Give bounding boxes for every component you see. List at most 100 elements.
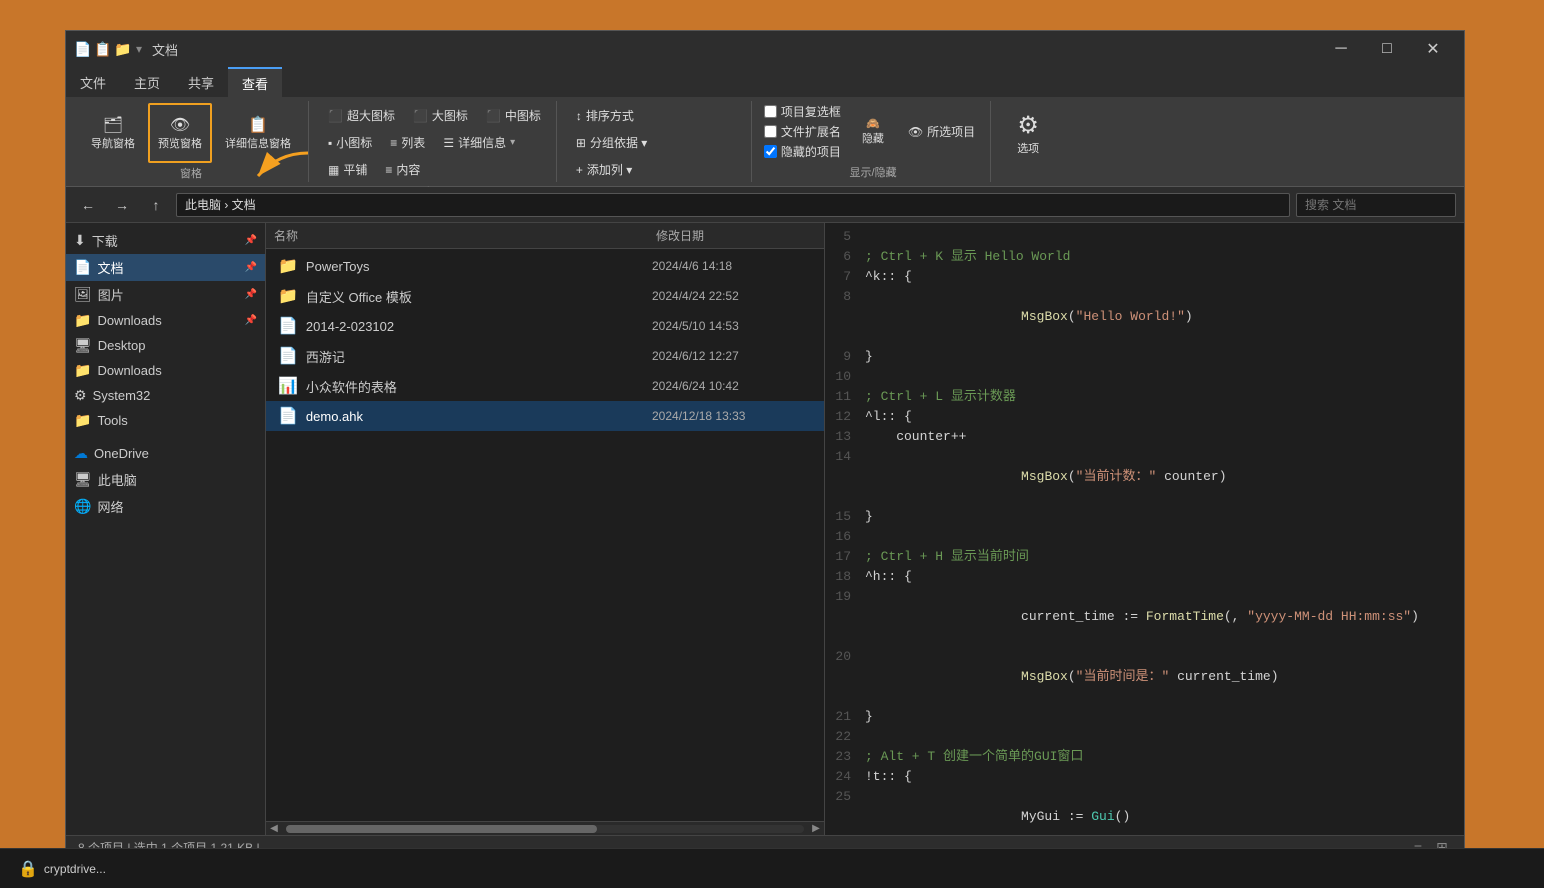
sidebar-item-downloads-pin-label: 下载 bbox=[92, 231, 118, 250]
sidebar-item-network[interactable]: 🌐 网络 bbox=[66, 493, 265, 520]
checkboxes-col: 项目复选框 文件扩展名 隐藏的项目 bbox=[764, 103, 841, 160]
code-8-paren2: ) bbox=[1185, 309, 1193, 324]
file-item-powertoys[interactable]: 📁 PowerToys 2024/4/6 14:18 bbox=[266, 251, 824, 281]
file-item-office-template[interactable]: 📁 自定义 Office 模板 2024/4/24 22:52 bbox=[266, 281, 824, 311]
item-checkbox-toggle[interactable]: 项目复选框 bbox=[764, 103, 841, 120]
sidebar-item-desktop-label: Desktop bbox=[98, 338, 146, 353]
scrollbar-track[interactable] bbox=[286, 825, 804, 833]
code-line-20: 20 MsgBox("当前时间是：" current_time) bbox=[825, 647, 1464, 707]
content-button[interactable]: ≡ 内容 bbox=[378, 157, 427, 182]
taskbar-item-cryptdrive[interactable]: 🔒 cryptdrive... bbox=[8, 855, 116, 883]
preview-pane-button[interactable]: 👁 预览窗格 bbox=[148, 103, 212, 163]
selected-items-button[interactable]: 👁 所选项目 bbox=[901, 119, 982, 144]
large-icon: ⬛ bbox=[413, 109, 428, 123]
tab-home[interactable]: 主页 bbox=[120, 67, 174, 97]
list-icon: ≡ bbox=[390, 136, 397, 150]
window-title: 文档 bbox=[152, 40, 178, 59]
details-pane-button[interactable]: 📋 详细信息窗格 bbox=[216, 103, 300, 163]
address-bar[interactable]: 此电脑 › 文档 bbox=[176, 193, 1290, 217]
hide-label: 隐藏 bbox=[862, 130, 884, 146]
sort-by-button[interactable]: ↕ 排序方式 bbox=[569, 103, 743, 128]
sidebar-item-tools[interactable]: 📁 Tools bbox=[66, 408, 265, 433]
file-ext-input[interactable] bbox=[764, 125, 777, 138]
office-template-name: 自定义 Office 模板 bbox=[306, 287, 652, 306]
sidebar-item-system32[interactable]: ⚙ System32 bbox=[66, 383, 265, 408]
line-num-7: 7 bbox=[825, 267, 861, 287]
scroll-left-arrow[interactable]: ◀ bbox=[266, 822, 282, 836]
excel-date: 2024/6/24 10:42 bbox=[652, 379, 812, 393]
nav-pane-icon: 🗂 bbox=[103, 115, 123, 135]
tiles-button[interactable]: ▦ 平铺 bbox=[321, 157, 374, 182]
list-button[interactable]: ≡ 列表 bbox=[383, 130, 432, 155]
extra-large-icons-button[interactable]: ⬛ 超大图标 bbox=[321, 103, 402, 128]
search-input[interactable] bbox=[1296, 193, 1456, 217]
add-columns-button[interactable]: + 添加列 ▾ bbox=[569, 157, 743, 182]
hide-button[interactable]: 🙈 隐藏 bbox=[853, 112, 893, 152]
line-num-15: 15 bbox=[825, 507, 861, 527]
up-button[interactable]: ↑ bbox=[142, 191, 170, 219]
layout-row2: ▪ 小图标 ≡ 列表 ☰ 详细信息 ▾ bbox=[321, 130, 548, 155]
tab-file[interactable]: 文件 bbox=[66, 67, 120, 97]
forward-button[interactable]: → bbox=[108, 191, 136, 219]
code-line-8: 8 MsgBox("Hello World!") bbox=[825, 287, 1464, 347]
line-num-18: 18 bbox=[825, 567, 861, 587]
preview-pane-icon: 👁 bbox=[170, 115, 190, 135]
code-line-13: 13 counter++ bbox=[825, 427, 1464, 447]
options-label: 选项 bbox=[1017, 140, 1039, 156]
sidebar-item-documents[interactable]: 📄 文档 📌 bbox=[66, 254, 265, 281]
sidebar-item-downloads1[interactable]: 📁 Downloads 📌 bbox=[66, 308, 265, 333]
scroll-right-arrow[interactable]: ▶ bbox=[808, 822, 824, 836]
folder-icon: 📁 bbox=[114, 41, 130, 57]
cryptdrive-icon: 🔒 bbox=[18, 859, 38, 879]
sidebar-item-downloads-pin[interactable]: ⬇ 下载 📌 bbox=[66, 227, 265, 254]
file-item-pdf[interactable]: 📄 2014-2-023102 2024/5/10 14:53 bbox=[266, 311, 824, 341]
details-button[interactable]: ☰ 详细信息 ▾ bbox=[436, 130, 522, 155]
code-line-16: 16 bbox=[825, 527, 1464, 547]
item-checkbox-input[interactable] bbox=[764, 105, 777, 118]
file-item-excel[interactable]: 📊 小众软件的表格 2024/6/24 10:42 bbox=[266, 371, 824, 401]
c25-i: MyGui := bbox=[990, 809, 1091, 824]
ribbon-group-show-hide: 项目复选框 文件扩展名 隐藏的项目 🙈 bbox=[756, 101, 991, 182]
sidebar-item-downloads2[interactable]: 📁 Downloads bbox=[66, 358, 265, 383]
small-icons-button[interactable]: ▪ 小图标 bbox=[321, 130, 379, 155]
sidebar-item-desktop[interactable]: 🖥 Desktop bbox=[66, 333, 265, 358]
line-num-9: 9 bbox=[825, 347, 861, 367]
tab-share[interactable]: 共享 bbox=[174, 67, 228, 97]
minimize-button[interactable]: ─ bbox=[1318, 31, 1364, 67]
options-button[interactable]: ⚙ 选项 bbox=[1003, 103, 1053, 163]
maximize-button[interactable]: □ bbox=[1364, 31, 1410, 67]
medium-icon: ⬛ bbox=[486, 109, 501, 123]
sidebar-item-pictures[interactable]: 🖼 图片 📌 bbox=[66, 281, 265, 308]
nav-pane-button[interactable]: 🗂 导航窗格 bbox=[82, 103, 144, 163]
group-by-button[interactable]: ⊞ 分组依据 ▾ bbox=[569, 130, 743, 155]
pin-icon: 📌 bbox=[245, 235, 257, 246]
scrollbar-thumb[interactable] bbox=[286, 825, 597, 833]
close-button[interactable]: ✕ bbox=[1410, 31, 1456, 67]
horizontal-scrollbar[interactable]: ◀ ▶ bbox=[266, 821, 824, 835]
details-dropdown-arrow: ▾ bbox=[510, 137, 515, 148]
sidebar-item-onedrive[interactable]: ☁ OneDrive bbox=[66, 441, 265, 466]
back-button[interactable]: ← bbox=[74, 191, 102, 219]
taskbar-item-label: cryptdrive... bbox=[44, 862, 106, 876]
code-8-func: MsgBox bbox=[1021, 309, 1068, 324]
large-icons-button[interactable]: ⬛ 大图标 bbox=[406, 103, 475, 128]
medium-icons-button[interactable]: ⬛ 中图标 bbox=[479, 103, 548, 128]
c19-f: FormatTime bbox=[1146, 609, 1224, 624]
details-pane-label: 详细信息窗格 bbox=[225, 135, 291, 151]
file-item-word[interactable]: 📄 西游记 2024/6/12 12:27 bbox=[266, 341, 824, 371]
file-item-ahk[interactable]: 📄 demo.ahk 2024/12/18 13:33 bbox=[266, 401, 824, 431]
pictures-icon: 🖼 bbox=[74, 286, 92, 303]
file-ext-toggle[interactable]: 文件扩展名 bbox=[764, 123, 841, 140]
sidebar-item-this-pc[interactable]: 🖥 此电脑 bbox=[66, 466, 265, 493]
code-text-24: !t:: { bbox=[861, 767, 1464, 787]
hidden-items-toggle[interactable]: 隐藏的项目 bbox=[764, 143, 841, 160]
code-text-16 bbox=[861, 527, 1464, 547]
add-col-icon: + bbox=[576, 163, 583, 177]
powertoys-name: PowerToys bbox=[306, 259, 652, 274]
tab-view[interactable]: 查看 bbox=[228, 67, 282, 97]
code-text-15: } bbox=[861, 507, 1464, 527]
code-line-22: 22 bbox=[825, 727, 1464, 747]
c20-f: MsgBox bbox=[1021, 669, 1068, 684]
hidden-items-input[interactable] bbox=[764, 145, 777, 158]
doc-pin-icon: 📌 bbox=[245, 262, 257, 273]
